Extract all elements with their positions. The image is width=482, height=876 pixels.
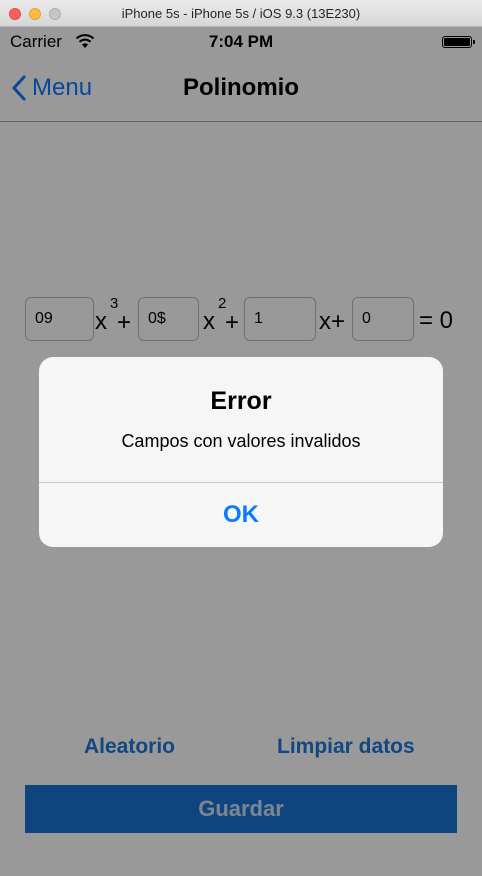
alert-ok-button[interactable]: OK bbox=[39, 483, 443, 547]
simulator-title-bar: iPhone 5s - iPhone 5s / iOS 9.3 (13E230) bbox=[0, 0, 482, 27]
alert-message: Campos con valores invalidos bbox=[121, 431, 361, 451]
window-title: iPhone 5s - iPhone 5s / iOS 9.3 (13E230) bbox=[121, 6, 361, 21]
error-alert-dialog: Error Campos con valores invalidos OK bbox=[39, 357, 443, 547]
alert-title: Error bbox=[210, 387, 272, 415]
iphone-screen: Carrier 7:04 PM Menu Polinomio 09 x 3 + … bbox=[0, 27, 482, 876]
